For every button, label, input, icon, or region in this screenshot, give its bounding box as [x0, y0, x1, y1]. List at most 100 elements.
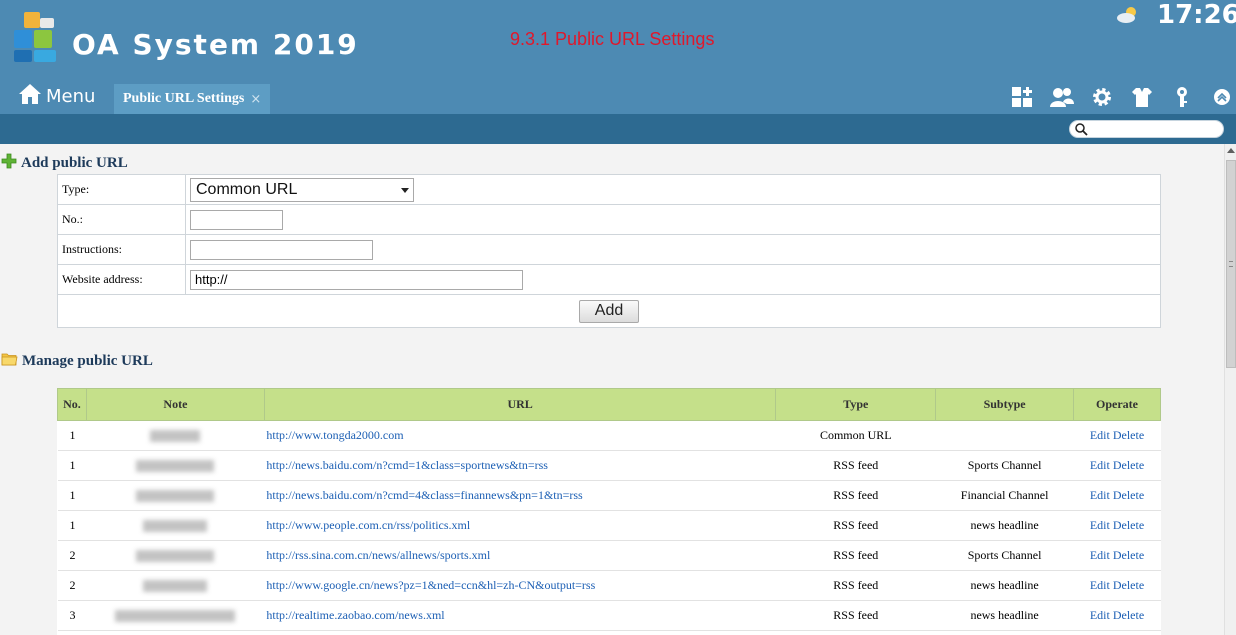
form-row-no: No.:: [57, 204, 1161, 235]
row-no: 1: [57, 420, 87, 451]
table-header-row: No. Note URL Type Subtype Operate: [57, 388, 1161, 421]
column-header-subtype: Subtype: [935, 388, 1075, 421]
vertical-scrollbar[interactable]: [1224, 144, 1236, 635]
tab-label: Public URL Settings: [123, 91, 245, 106]
row-type: RSS feed: [775, 510, 936, 541]
table-row: 1 http://www.people.com.cn/rss/politics.…: [57, 510, 1161, 541]
scroll-up-arrow-icon[interactable]: [1227, 148, 1235, 153]
menu-button[interactable]: Menu: [18, 82, 95, 110]
row-note: [86, 540, 265, 571]
row-url-link[interactable]: http://www.tongda2000.com: [266, 428, 403, 442]
row-no: 1: [57, 450, 87, 481]
form-row-type: Type: Common URL: [57, 174, 1161, 205]
form-row-website: Website address:: [57, 264, 1161, 295]
shirt-icon[interactable]: [1129, 85, 1155, 109]
row-url-link[interactable]: http://news.baidu.com/n?cmd=1&class=spor…: [266, 458, 548, 472]
collapse-icon[interactable]: [1209, 85, 1235, 109]
search-box[interactable]: [1069, 120, 1224, 138]
row-note: [86, 570, 265, 601]
add-section-title: Add public URL: [1, 153, 128, 174]
row-subtype: [935, 420, 1074, 451]
key-icon[interactable]: [1169, 85, 1195, 109]
row-note: [86, 420, 265, 451]
type-select[interactable]: Common URL: [190, 177, 414, 202]
row-subtype: news headline: [935, 600, 1074, 631]
header: OA System 2019 9.3.1 Public URL Settings…: [0, 0, 1236, 80]
edit-link[interactable]: Edit: [1090, 608, 1110, 622]
url-table: No. Note URL Type Subtype Operate 1 http…: [57, 388, 1161, 635]
no-label: No.:: [57, 204, 186, 235]
column-header-note: Note: [85, 388, 265, 421]
table-row: [57, 630, 1161, 635]
instructions-input[interactable]: [190, 239, 373, 260]
row-note: [86, 450, 265, 481]
no-input[interactable]: [190, 209, 283, 230]
tab-public-url-settings[interactable]: Public URL Settings ×: [114, 84, 270, 114]
weather-icon: [1116, 6, 1140, 24]
home-icon: [18, 83, 46, 110]
delete-link[interactable]: Delete: [1113, 428, 1144, 442]
column-header-url: URL: [263, 388, 777, 421]
table-row: 3 http://realtime.zaobao.com/news.xml RS…: [57, 600, 1161, 631]
clock: 17:26: [1157, 0, 1236, 30]
row-url-link[interactable]: http://rss.sina.com.cn/news/allnews/spor…: [266, 548, 490, 562]
scrollbar-thumb[interactable]: [1226, 160, 1236, 368]
delete-link[interactable]: Delete: [1113, 458, 1144, 472]
page-banner: 9.3.1 Public URL Settings: [510, 29, 715, 49]
edit-link[interactable]: Edit: [1090, 458, 1110, 472]
delete-link[interactable]: Delete: [1113, 488, 1144, 502]
grip-icon: [1229, 261, 1233, 267]
edit-link[interactable]: Edit: [1090, 518, 1110, 532]
edit-link[interactable]: Edit: [1090, 578, 1110, 592]
row-no: 1: [57, 510, 87, 541]
row-no: 2: [57, 540, 87, 571]
plus-icon: [1, 153, 21, 174]
website-input[interactable]: [190, 269, 523, 290]
edit-link[interactable]: Edit: [1090, 488, 1110, 502]
delete-link[interactable]: Delete: [1113, 548, 1144, 562]
apps-icon[interactable]: [1009, 85, 1035, 109]
column-header-operate: Operate: [1073, 388, 1161, 421]
search-strip: [0, 114, 1236, 144]
website-label: Website address:: [57, 264, 186, 295]
row-note: [86, 510, 265, 541]
users-icon[interactable]: [1049, 85, 1075, 109]
row-subtype: news headline: [935, 510, 1074, 541]
logo-icon: [12, 12, 60, 62]
row-note: [86, 600, 265, 631]
folder-icon: [1, 352, 22, 371]
tab-bar: Menu Public URL Settings ×: [0, 80, 1236, 114]
row-subtype: Financial Channel: [935, 480, 1074, 511]
edit-link[interactable]: Edit: [1090, 428, 1110, 442]
column-header-no: No.: [57, 388, 87, 421]
row-type: RSS feed: [775, 570, 936, 601]
close-icon[interactable]: ×: [250, 92, 261, 107]
table-row: 1 http://www.tongda2000.com Common URL E…: [57, 420, 1161, 451]
column-header-type: Type: [775, 388, 937, 421]
main-content: Add public URL Type: Common URL No.: Ins…: [0, 144, 1224, 635]
type-label: Type:: [57, 174, 186, 205]
row-type: RSS feed: [775, 480, 936, 511]
delete-link[interactable]: Delete: [1113, 518, 1144, 532]
table-row: 2 http://www.google.cn/news?pz=1&ned=ccn…: [57, 570, 1161, 601]
form-row-submit: Add: [57, 294, 1161, 328]
edit-link[interactable]: Edit: [1090, 548, 1110, 562]
add-button[interactable]: Add: [579, 299, 639, 323]
table-row: 1 http://news.baidu.com/n?cmd=4&class=fi…: [57, 480, 1161, 511]
add-url-form: Type: Common URL No.: Instructions: Webs…: [57, 174, 1161, 328]
row-subtype: news headline: [935, 570, 1074, 601]
row-url-link[interactable]: http://www.google.cn/news?pz=1&ned=ccn&h…: [266, 578, 595, 592]
menu-label: Menu: [46, 85, 96, 107]
row-subtype: Sports Channel: [935, 540, 1074, 571]
row-url-link[interactable]: http://www.people.com.cn/rss/politics.xm…: [266, 518, 470, 532]
delete-link[interactable]: Delete: [1113, 578, 1144, 592]
search-input[interactable]: [1090, 122, 1218, 136]
gear-icon[interactable]: [1089, 85, 1115, 109]
row-no: 1: [57, 480, 87, 511]
delete-link[interactable]: Delete: [1113, 608, 1144, 622]
row-url-link[interactable]: http://news.baidu.com/n?cmd=4&class=fina…: [266, 488, 582, 502]
row-no: 2: [57, 570, 87, 601]
chevron-down-icon: [401, 187, 409, 193]
row-note: [86, 480, 265, 511]
row-url-link[interactable]: http://realtime.zaobao.com/news.xml: [266, 608, 444, 622]
